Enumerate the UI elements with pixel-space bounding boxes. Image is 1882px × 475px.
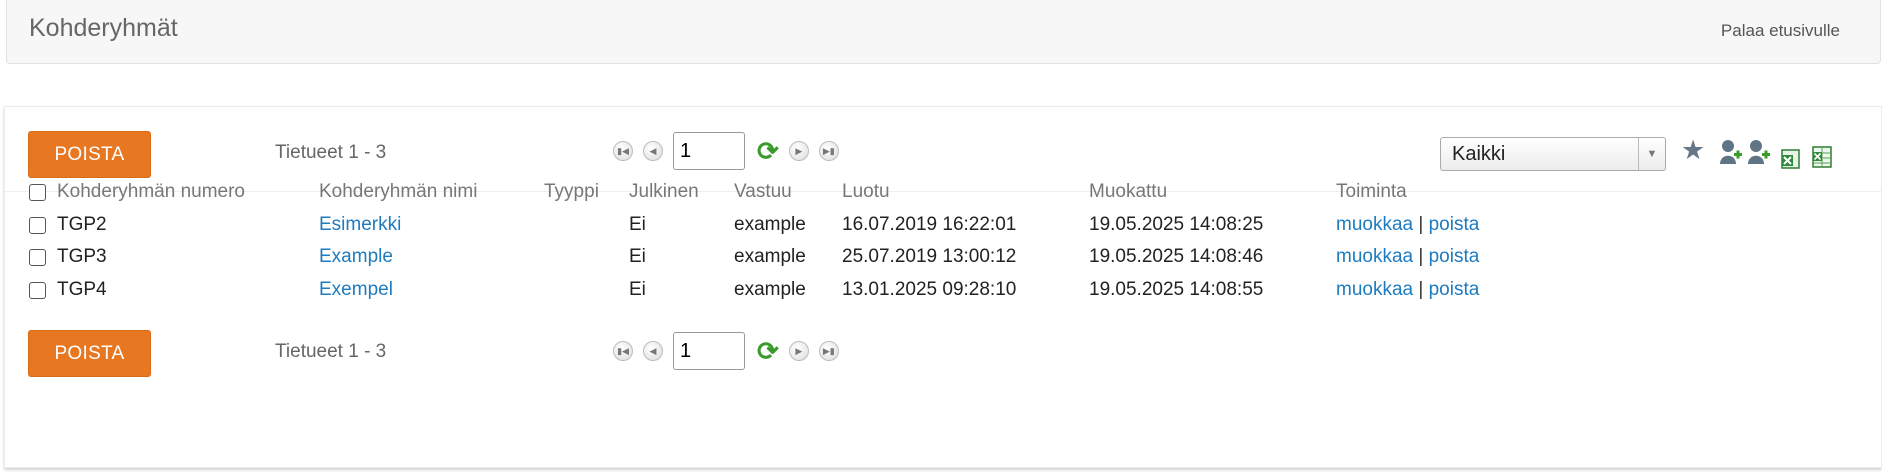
page-title: Kohderyhmät xyxy=(29,14,178,42)
first-page-icon[interactable]: ▮◀ xyxy=(613,141,633,161)
row-owner: example xyxy=(734,214,806,235)
page-number-input[interactable] xyxy=(673,132,745,170)
add-contacts-icon[interactable] xyxy=(1746,138,1772,166)
row-owner: example xyxy=(734,279,806,300)
row-actions: muokkaa | poista xyxy=(1336,246,1479,268)
prev-page-icon[interactable]: ◀ xyxy=(643,341,663,361)
edit-link[interactable]: muokkaa xyxy=(1336,214,1413,235)
row-created: 16.07.2019 16:22:01 xyxy=(842,214,1017,235)
records-count-bottom: Tietueet 1 - 3 xyxy=(275,341,387,362)
row-checkbox[interactable] xyxy=(29,249,46,266)
filter-select-value: Kaikki xyxy=(1452,143,1506,165)
records-count-top: Tietueet 1 - 3 xyxy=(275,142,387,163)
page-number-input[interactable] xyxy=(673,332,745,370)
page-header: Kohderyhmät Palaa etusivulle xyxy=(6,0,1881,64)
row-public: Ei xyxy=(629,246,646,267)
pager-bottom: ▮◀ ◀ ⟳ ▶ ▶▮ xyxy=(613,332,849,370)
row-modified: 19.05.2025 14:08:55 xyxy=(1089,279,1264,300)
row-number: TGP4 xyxy=(57,279,107,300)
star-icon[interactable]: ★ xyxy=(1681,137,1705,164)
filter-select[interactable]: Kaikki ▼ xyxy=(1440,137,1666,171)
last-page-icon[interactable]: ▶▮ xyxy=(818,341,839,361)
row-created: 13.01.2025 09:28:10 xyxy=(842,279,1017,300)
refresh-icon[interactable]: ⟳ xyxy=(757,338,779,364)
add-contact-icon[interactable] xyxy=(1718,138,1744,166)
edit-link[interactable]: muokkaa xyxy=(1336,246,1413,267)
action-separator: | xyxy=(1418,279,1424,300)
row-public: Ei xyxy=(629,279,646,300)
last-page-icon[interactable]: ▶▮ xyxy=(818,141,839,161)
chevron-down-icon: ▼ xyxy=(1638,138,1665,170)
row-name-link[interactable]: Exempel xyxy=(319,279,393,301)
row-number: TGP2 xyxy=(57,214,107,235)
action-separator: | xyxy=(1418,214,1424,235)
select-all-checkbox[interactable] xyxy=(29,184,46,201)
row-public: Ei xyxy=(629,214,646,235)
row-modified: 19.05.2025 14:08:46 xyxy=(1089,246,1264,267)
next-page-icon[interactable]: ▶ xyxy=(788,141,809,161)
back-to-home-link[interactable]: Palaa etusivulle xyxy=(1721,21,1840,41)
action-separator: | xyxy=(1418,246,1424,267)
delete-link[interactable]: poista xyxy=(1429,246,1480,267)
row-modified: 19.05.2025 14:08:25 xyxy=(1089,214,1264,235)
row-actions: muokkaa | poista xyxy=(1336,279,1479,301)
delete-link[interactable]: poista xyxy=(1429,214,1480,235)
column-header-type[interactable]: Tyyppi xyxy=(544,181,599,203)
column-header-number[interactable]: Kohderyhmän numero xyxy=(57,181,245,203)
delete-button-top[interactable]: POISTA xyxy=(28,131,151,178)
row-name-link[interactable]: Esimerkki xyxy=(319,214,401,236)
row-actions: muokkaa | poista xyxy=(1336,214,1479,236)
row-owner: example xyxy=(734,246,806,267)
column-header-actions: Toiminta xyxy=(1336,181,1407,202)
excel-icon[interactable] xyxy=(1780,147,1802,171)
column-header-created[interactable]: Luotu xyxy=(842,181,890,203)
refresh-icon[interactable]: ⟳ xyxy=(757,138,779,164)
row-checkbox[interactable] xyxy=(29,282,46,299)
column-header-modified[interactable]: Muokattu xyxy=(1089,181,1167,203)
row-created: 25.07.2019 13:00:12 xyxy=(842,246,1017,267)
excel-all-icon[interactable] xyxy=(1811,145,1833,169)
row-checkbox[interactable] xyxy=(29,217,46,234)
edit-link[interactable]: muokkaa xyxy=(1336,279,1413,300)
delete-button-bottom[interactable]: POISTA xyxy=(28,330,151,377)
target-groups-panel: POISTA Tietueet 1 - 3 ▮◀ ◀ ⟳ ▶ ▶▮ Kaikki… xyxy=(4,106,1882,468)
toolbar-divider xyxy=(5,191,1881,192)
first-page-icon[interactable]: ▮◀ xyxy=(613,341,633,361)
row-number: TGP3 xyxy=(57,246,107,267)
row-name-link[interactable]: Example xyxy=(319,246,393,268)
next-page-icon[interactable]: ▶ xyxy=(788,341,809,361)
column-header-name[interactable]: Kohderyhmän nimi xyxy=(319,181,477,203)
prev-page-icon[interactable]: ◀ xyxy=(643,141,663,161)
delete-link[interactable]: poista xyxy=(1429,279,1480,300)
column-header-public[interactable]: Julkinen xyxy=(629,181,699,203)
pager-top: ▮◀ ◀ ⟳ ▶ ▶▮ xyxy=(613,132,849,170)
column-header-owner[interactable]: Vastuu xyxy=(734,181,792,203)
